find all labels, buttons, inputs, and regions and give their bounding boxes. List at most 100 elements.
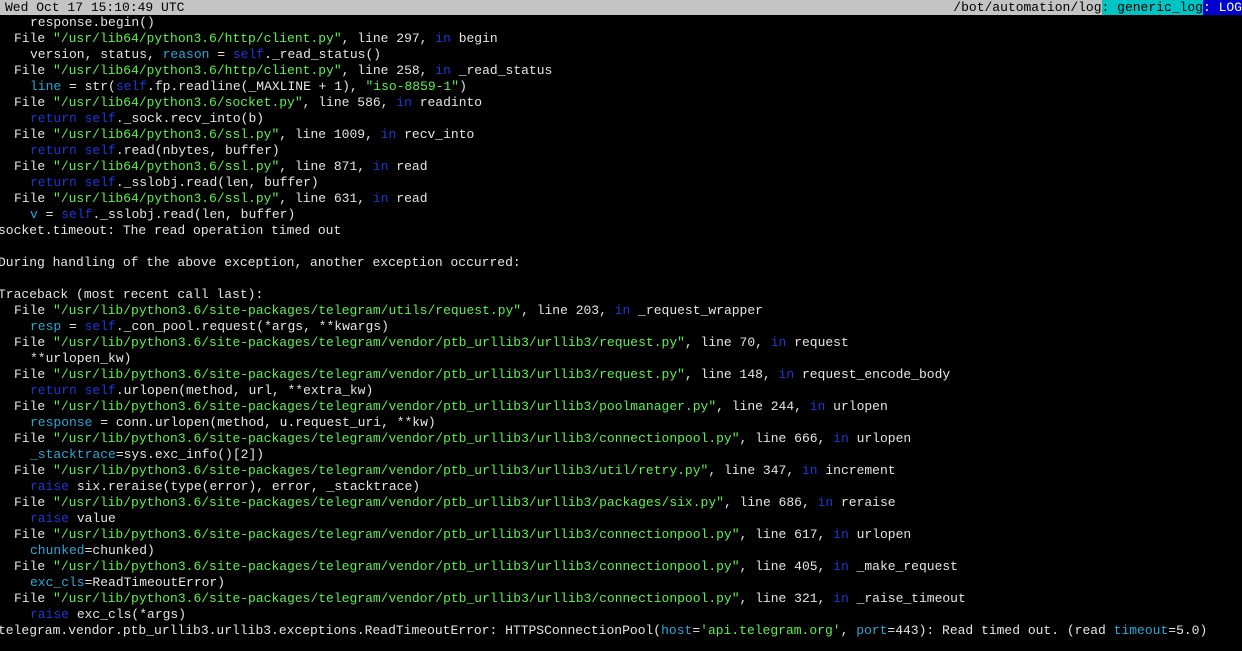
terminal-line: chunked=chunked) — [0, 543, 1242, 559]
text-token: read — [388, 191, 428, 206]
text-token: =443): Read timed out. (read — [887, 623, 1114, 638]
text-token: = — [61, 319, 85, 334]
text-token: = — [209, 47, 233, 62]
terminal-line: **urlopen_kw) — [0, 351, 1242, 367]
terminal-line: return self.urlopen(method, url, **extra… — [0, 383, 1242, 399]
keyword-token: in — [778, 367, 795, 382]
terminal-line: During handling of the above exception, … — [0, 255, 1242, 271]
self-token: self — [84, 143, 116, 158]
keyword-token: in — [809, 399, 826, 414]
terminal-line: File "/usr/lib/python3.6/site-packages/t… — [0, 463, 1242, 479]
text-token: , line 405, — [739, 559, 834, 574]
text-token: urlopen — [848, 431, 912, 446]
string-token: "/usr/lib/python3.6/site-packages/telegr… — [53, 431, 740, 446]
terminal-line: response = conn.urlopen(method, u.reques… — [0, 415, 1242, 431]
text-token: File — [14, 303, 54, 318]
variable-token: reason — [162, 47, 210, 62]
text-token: = — [692, 623, 701, 638]
self-token: self — [84, 383, 116, 398]
string-token: "/usr/lib/python3.6/site-packages/telegr… — [53, 335, 685, 350]
terminal-line: resp = self._con_pool.request(*args, **k… — [0, 319, 1242, 335]
terminal-line: raise value — [0, 511, 1242, 527]
text-token: File — [14, 527, 54, 542]
terminal-output[interactable]: response.begin() File "/usr/lib64/python3… — [0, 15, 1242, 651]
keyword-token: in — [372, 191, 389, 206]
string-token: "/usr/lib/python3.6/site-packages/telegr… — [53, 303, 522, 318]
variable-token: host — [661, 623, 693, 638]
variable-token: v — [30, 207, 38, 222]
terminal-line: File "/usr/lib64/python3.6/http/client.p… — [0, 63, 1242, 79]
status-datetime: Wed Oct 17 15:10:49 UTC — [5, 0, 185, 15]
terminal-line: response.begin() — [0, 15, 1242, 31]
text-token: _request_wrapper — [630, 303, 763, 318]
text-token: response.begin() — [30, 15, 155, 30]
text-token: =5.0) — [1168, 623, 1208, 638]
string-token: "/usr/lib/python3.6/site-packages/telegr… — [53, 559, 740, 574]
variable-token: resp — [30, 319, 62, 334]
keyword-token: in — [372, 159, 389, 174]
text-token: = — [37, 207, 62, 222]
variable-token: response — [30, 415, 93, 430]
status-right-segments: /bot/automation/log: generic_log: LOG — [953, 0, 1242, 15]
terminal-line: line = str(self.fp.readline(_MAXLINE + 1… — [0, 79, 1242, 95]
keyword-token: return — [30, 175, 77, 190]
keyword-token: in — [614, 303, 631, 318]
terminal-line: v = self._sslobj.read(len, buffer) — [0, 207, 1242, 223]
keyword-token: in — [817, 495, 834, 510]
string-token: "/usr/lib64/python3.6/ssl.py" — [53, 159, 280, 174]
text-token: File — [14, 159, 54, 174]
text-token: , — [840, 623, 857, 638]
status-path: /bot/automation/log — [953, 0, 1102, 15]
keyword-token: in — [833, 559, 849, 574]
text-token: begin — [450, 31, 498, 46]
string-token: "/usr/lib64/python3.6/ssl.py" — [53, 191, 280, 206]
string-token: "/usr/lib64/python3.6/ssl.py" — [53, 127, 280, 142]
terminal-line: return self._sslobj.read(len, buffer) — [0, 175, 1242, 191]
terminal-line: Traceback (most recent call last): — [0, 287, 1242, 303]
text-token: , line 203, — [521, 303, 615, 318]
text-token: , line 871, — [279, 159, 373, 174]
terminal-line: File "/usr/lib/python3.6/site-packages/t… — [0, 367, 1242, 383]
text-token: , line 258, — [341, 63, 436, 78]
terminal-line: File "/usr/lib64/python3.6/ssl.py", line… — [0, 159, 1242, 175]
text-token: =sys.exc_info()[2]) — [115, 447, 265, 462]
text-token: ._con_pool.request(*args, **kwargs) — [115, 319, 389, 334]
text-token: value — [69, 511, 116, 526]
terminal-line: File "/usr/lib64/python3.6/ssl.py", line… — [0, 127, 1242, 143]
terminal-line: File "/usr/lib/python3.6/site-packages/t… — [0, 591, 1242, 607]
text-token: socket.timeout: The read operation timed… — [0, 223, 342, 238]
string-token: "/usr/lib/python3.6/site-packages/telegr… — [53, 495, 724, 510]
text-token: , line 244, — [716, 399, 810, 414]
status-window-name[interactable]: generic_log — [1109, 0, 1203, 15]
variable-token: port — [856, 623, 888, 638]
text-token: File — [14, 127, 54, 142]
terminal-line: return self._sock.recv_into(b) — [0, 111, 1242, 127]
self-token: self — [84, 111, 116, 126]
text-token: , line 1009, — [279, 127, 381, 142]
terminal-line: socket.timeout: The read operation timed… — [0, 223, 1242, 239]
text-token: _read_status — [450, 63, 553, 78]
text-token: _raise_timeout — [848, 591, 966, 606]
terminal-line: raise exc_cls(*args) — [0, 607, 1242, 623]
text-token: ) — [459, 79, 467, 94]
text-token: urlopen — [825, 399, 888, 414]
text-token: , line 686, — [723, 495, 818, 510]
status-window-tag[interactable]: LOG — [1210, 0, 1242, 15]
keyword-token: in — [770, 335, 787, 350]
variable-token: _stacktrace — [30, 447, 116, 462]
text-token: ._sslobj.read(len, buffer) — [92, 207, 296, 222]
terminal-line: File "/usr/lib64/python3.6/socket.py", l… — [0, 95, 1242, 111]
terminal-line: File "/usr/lib64/python3.6/ssl.py", line… — [0, 191, 1242, 207]
text-token: File — [14, 31, 54, 46]
text-token: ._read_status() — [264, 47, 382, 62]
terminal-line: _stacktrace=sys.exc_info()[2]) — [0, 447, 1242, 463]
text-token: read — [388, 159, 428, 174]
terminal-line: version, status, reason = self._read_sta… — [0, 47, 1242, 63]
text-token: readinto — [411, 95, 483, 110]
keyword-token: in — [380, 127, 397, 142]
tmux-status-bar: Wed Oct 17 15:10:49 UTC /bot/automation/… — [0, 0, 1242, 15]
status-separator: : — [1101, 0, 1110, 15]
text-token: = str( — [61, 79, 116, 94]
